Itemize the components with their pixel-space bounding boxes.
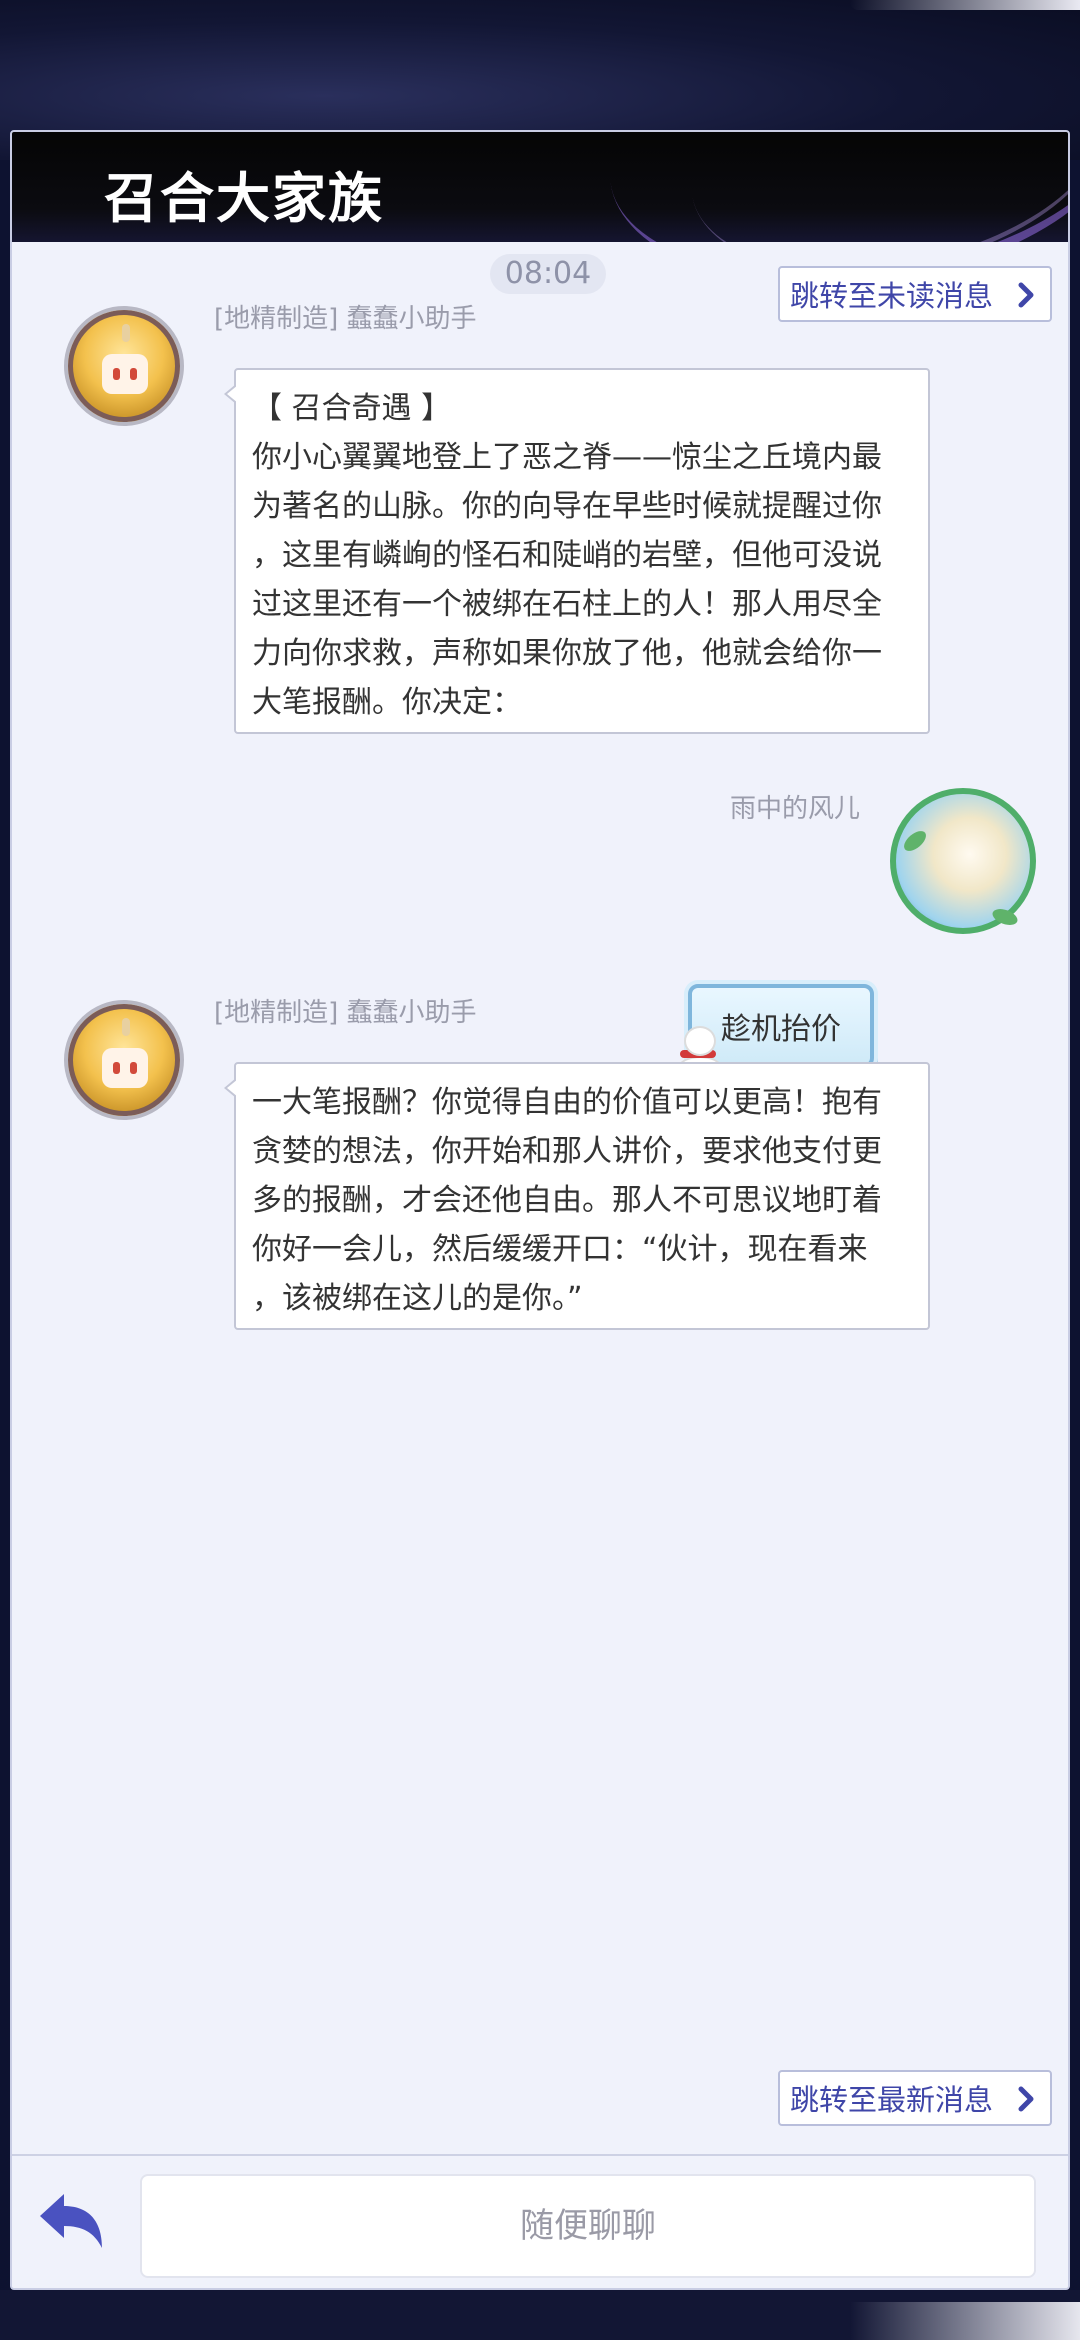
message-line: 一大笔报酬？你觉得自由的价值可以更高！抱有 bbox=[252, 1085, 882, 1120]
robot-eye bbox=[113, 368, 120, 380]
robot-eye bbox=[130, 368, 137, 380]
message-line: ，这里有嶙峋的怪石和陡峭的岩壁，但他可没说 bbox=[252, 538, 882, 573]
robot-antenna bbox=[122, 1018, 130, 1036]
background-streak bbox=[850, 2302, 1080, 2340]
message-line: 贪婪的想法，你开始和那人讲价，要求他支付更 bbox=[252, 1134, 882, 1169]
message-sender: [地精制造] 蠢蠢小助手 bbox=[214, 304, 477, 334]
panel-header: 召合大家族 bbox=[12, 132, 1068, 242]
chat-input[interactable] bbox=[140, 2174, 1036, 2278]
message-line: 你小心翼翼地登上了恶之脊——惊尘之丘境内最 bbox=[252, 440, 882, 475]
message-line: 力向你求救，声称如果你放了他，他就会给你一 bbox=[252, 636, 882, 671]
jump-to-latest-button[interactable]: 跳转至最新消息 bbox=[778, 2070, 1052, 2126]
header-decoration bbox=[669, 132, 1068, 242]
message-line: ，该被绑在这儿的是你。” bbox=[252, 1281, 583, 1316]
jump-to-latest-label: 跳转至最新消息 bbox=[790, 2083, 994, 2117]
jump-to-unread-label: 跳转至未读消息 bbox=[790, 279, 994, 313]
bot-avatar[interactable] bbox=[64, 1000, 184, 1120]
robot-eye bbox=[113, 1062, 120, 1074]
message-line: 多的报酬，才会还他自由。那人不可思议地盯着 bbox=[252, 1183, 882, 1218]
avatar-leaf bbox=[990, 905, 1020, 929]
message-bubble: 【 召合奇遇 】 你小心翼翼地登上了恶之脊——惊尘之丘境内最 为著名的山脉。你的… bbox=[224, 368, 930, 734]
chevron-right-icon bbox=[1018, 2086, 1034, 2112]
robot-eye bbox=[130, 1062, 137, 1074]
user-avatar[interactable] bbox=[890, 788, 1036, 934]
back-arrow-icon[interactable] bbox=[34, 2182, 114, 2262]
message-line: 过这里还有一个被绑在石柱上的人！那人用尽全 bbox=[252, 587, 882, 622]
robot-antenna bbox=[122, 324, 130, 342]
robot-face bbox=[102, 1048, 148, 1088]
background-streak bbox=[850, 0, 1080, 10]
bot-avatar[interactable] bbox=[64, 306, 184, 426]
robot-face bbox=[102, 354, 148, 394]
message-line: 【 召合奇遇 】 bbox=[252, 391, 452, 426]
avatar-leaf bbox=[900, 827, 930, 855]
jump-to-unread-button[interactable]: 跳转至未读消息 bbox=[778, 266, 1052, 322]
timestamp: 08:04 bbox=[490, 254, 606, 294]
snowman-head bbox=[684, 1026, 716, 1056]
footer-divider bbox=[12, 2154, 1068, 2156]
chat-panel: 召合大家族 08:04 跳转至未读消息 [地精制造] 蠢蠢小助手 【 召合奇遇 … bbox=[10, 130, 1070, 2290]
page-title: 召合大家族 bbox=[104, 166, 384, 230]
message-line: 大笔报酬。你决定： bbox=[252, 685, 522, 720]
message-sender: 雨中的风儿 bbox=[730, 794, 861, 824]
chevron-right-icon bbox=[1018, 282, 1034, 308]
message-bubble: 一大笔报酬？你觉得自由的价值可以更高！抱有 贪婪的想法，你开始和那人讲价，要求他… bbox=[224, 1062, 930, 1330]
message-line: 你好一会儿，然后缓缓开口：“伙计，现在看来 bbox=[252, 1232, 868, 1267]
background-bottom bbox=[0, 2290, 1080, 2340]
message-line: 为著名的山脉。你的向导在早些时候就提醒过你 bbox=[252, 489, 882, 524]
message-sender: [地精制造] 蠢蠢小助手 bbox=[214, 998, 477, 1028]
